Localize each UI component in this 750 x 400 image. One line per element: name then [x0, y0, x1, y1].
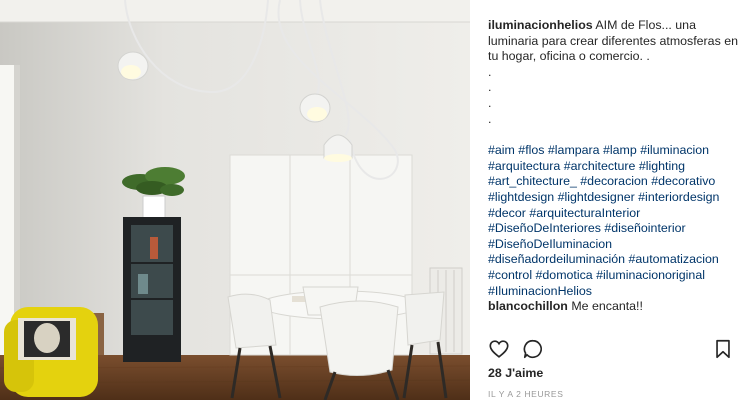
caption-dot: .	[488, 95, 492, 110]
like-count[interactable]: 28 J'aime	[488, 366, 543, 380]
caption-username-link[interactable]: iluminacionhelios	[488, 18, 593, 32]
post-photo[interactable]	[0, 0, 470, 400]
action-bar	[488, 338, 738, 362]
caption-dot: .	[488, 64, 492, 79]
bookmark-icon[interactable]	[712, 338, 734, 360]
heart-icon[interactable]	[488, 338, 510, 360]
caption-dot: .	[488, 111, 492, 126]
post-details-panel: iluminacionhelios AIM de Flos... una lum…	[470, 0, 750, 400]
room-scene-image	[0, 0, 470, 400]
comment-icon[interactable]	[522, 338, 544, 360]
hashtag-list[interactable]: #aim #flos #lampara #lamp #iluminacion #…	[488, 143, 738, 299]
comment-text: Me encanta!!	[571, 299, 643, 313]
post-caption: iluminacionhelios AIM de Flos... una lum…	[488, 18, 738, 299]
post-timestamp[interactable]: IL Y A 2 HEURES	[488, 389, 563, 399]
caption-dot: .	[488, 80, 492, 95]
comment-row: blancochillon Me encanta!!	[488, 299, 643, 313]
comment-username-link[interactable]: blancochillon	[488, 299, 568, 313]
